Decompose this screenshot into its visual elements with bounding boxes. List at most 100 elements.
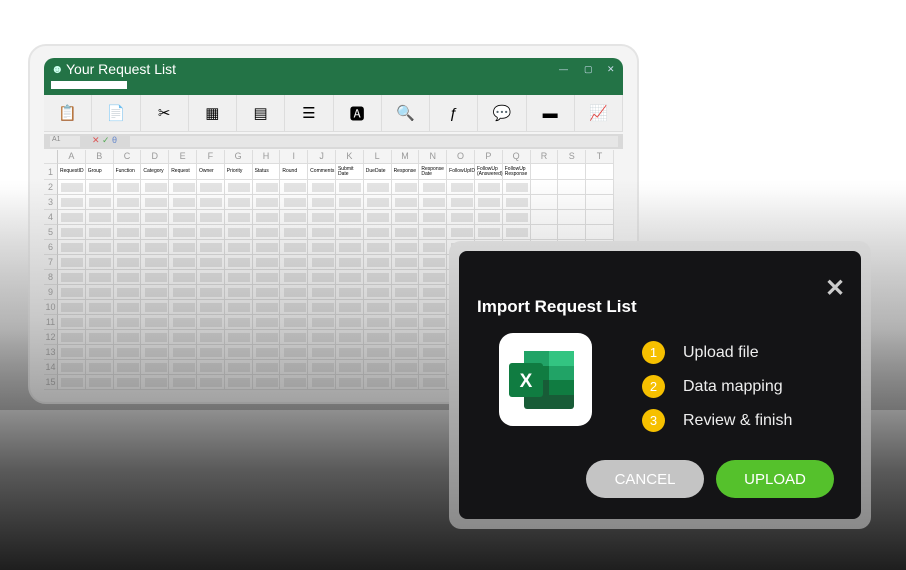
cell[interactable] <box>252 180 281 195</box>
column-header[interactable]: H <box>252 150 281 164</box>
cell[interactable] <box>85 255 114 270</box>
cell[interactable] <box>113 300 142 315</box>
cell[interactable] <box>363 240 392 255</box>
cell[interactable] <box>363 360 392 375</box>
cell[interactable] <box>85 375 114 390</box>
cell[interactable] <box>224 225 253 240</box>
cell[interactable] <box>447 180 475 195</box>
cell[interactable] <box>308 210 336 225</box>
cell[interactable] <box>252 255 281 270</box>
cell[interactable] <box>252 240 281 255</box>
cell[interactable] <box>85 285 114 300</box>
cell[interactable] <box>141 345 170 360</box>
cell[interactable] <box>224 270 253 285</box>
cell[interactable] <box>447 210 475 225</box>
cell[interactable] <box>335 180 364 195</box>
cell[interactable] <box>502 225 531 240</box>
cell[interactable] <box>419 270 448 285</box>
cell[interactable] <box>85 195 114 210</box>
cell[interactable] <box>419 255 448 270</box>
cell[interactable] <box>502 210 531 225</box>
cell[interactable] <box>530 195 559 210</box>
cell[interactable] <box>280 345 309 360</box>
cell[interactable] <box>391 225 420 240</box>
cell[interactable] <box>58 240 86 255</box>
cell[interactable] <box>252 330 281 345</box>
cell[interactable] <box>252 210 281 225</box>
cell[interactable] <box>196 270 225 285</box>
cell[interactable] <box>196 180 225 195</box>
column-header[interactable]: J <box>308 150 336 164</box>
cell[interactable] <box>224 375 253 390</box>
cell[interactable] <box>224 210 253 225</box>
cell[interactable] <box>363 345 392 360</box>
function-book-icon[interactable]: ƒ <box>430 95 479 131</box>
column-header[interactable]: G <box>224 150 253 164</box>
header-cell[interactable]: Request <box>169 164 197 180</box>
cut-format-painter-icon[interactable]: ✂ <box>141 95 189 131</box>
cell[interactable] <box>196 285 225 300</box>
row-header[interactable]: 6 <box>44 240 58 255</box>
cell[interactable] <box>169 330 197 345</box>
cell[interactable] <box>113 210 142 225</box>
cell[interactable] <box>391 285 420 300</box>
cell[interactable] <box>530 225 559 240</box>
cell[interactable] <box>141 330 170 345</box>
cancel-icon[interactable]: ✕ <box>92 135 100 146</box>
cell[interactable] <box>141 315 170 330</box>
cell[interactable] <box>169 300 197 315</box>
cell[interactable] <box>308 270 336 285</box>
cell[interactable] <box>169 315 197 330</box>
row-header[interactable]: 10 <box>44 300 58 315</box>
search-input[interactable] <box>51 81 127 89</box>
cell[interactable] <box>85 345 114 360</box>
cell[interactable] <box>113 180 142 195</box>
cell[interactable] <box>335 345 364 360</box>
cell[interactable] <box>308 225 336 240</box>
cell[interactable] <box>58 270 86 285</box>
header-cell[interactable]: Comments <box>308 164 336 180</box>
cell[interactable] <box>308 345 336 360</box>
cell[interactable] <box>363 330 392 345</box>
cell[interactable] <box>447 225 475 240</box>
header-cell[interactable]: Function <box>113 164 142 180</box>
formula-input[interactable] <box>130 136 618 147</box>
cell[interactable] <box>363 285 392 300</box>
cell[interactable] <box>335 270 364 285</box>
name-box[interactable]: A1 <box>50 136 80 147</box>
header-cell[interactable]: DueDate <box>363 164 392 180</box>
cell[interactable] <box>308 330 336 345</box>
cell[interactable] <box>502 180 531 195</box>
cell[interactable] <box>85 360 114 375</box>
cell[interactable] <box>335 195 364 210</box>
cell[interactable] <box>58 360 86 375</box>
cell[interactable] <box>280 360 309 375</box>
cell[interactable] <box>335 255 364 270</box>
row-header[interactable]: 4 <box>44 210 58 225</box>
cell[interactable] <box>85 270 114 285</box>
cell[interactable] <box>113 375 142 390</box>
row-header[interactable]: 3 <box>44 195 58 210</box>
cell[interactable] <box>363 300 392 315</box>
cell[interactable] <box>141 195 170 210</box>
column-header[interactable]: B <box>85 150 114 164</box>
cell[interactable] <box>141 255 170 270</box>
cell[interactable] <box>58 330 86 345</box>
cell[interactable] <box>335 285 364 300</box>
cell-styles-icon[interactable]: ▦ <box>189 95 237 131</box>
header-cell[interactable] <box>586 164 614 180</box>
cell[interactable] <box>224 180 253 195</box>
header-cell[interactable]: Owner <box>196 164 225 180</box>
upload-button[interactable]: UPLOAD <box>716 460 834 498</box>
cell[interactable] <box>252 315 281 330</box>
search-book-icon[interactable]: 🔍 <box>382 95 430 131</box>
cell[interactable] <box>280 330 309 345</box>
column-header[interactable]: L <box>363 150 392 164</box>
cell[interactable] <box>280 315 309 330</box>
cell[interactable] <box>280 225 309 240</box>
cell[interactable] <box>196 345 225 360</box>
cell[interactable] <box>113 285 142 300</box>
cell[interactable] <box>335 240 364 255</box>
cell[interactable] <box>419 375 448 390</box>
cell[interactable] <box>502 195 531 210</box>
